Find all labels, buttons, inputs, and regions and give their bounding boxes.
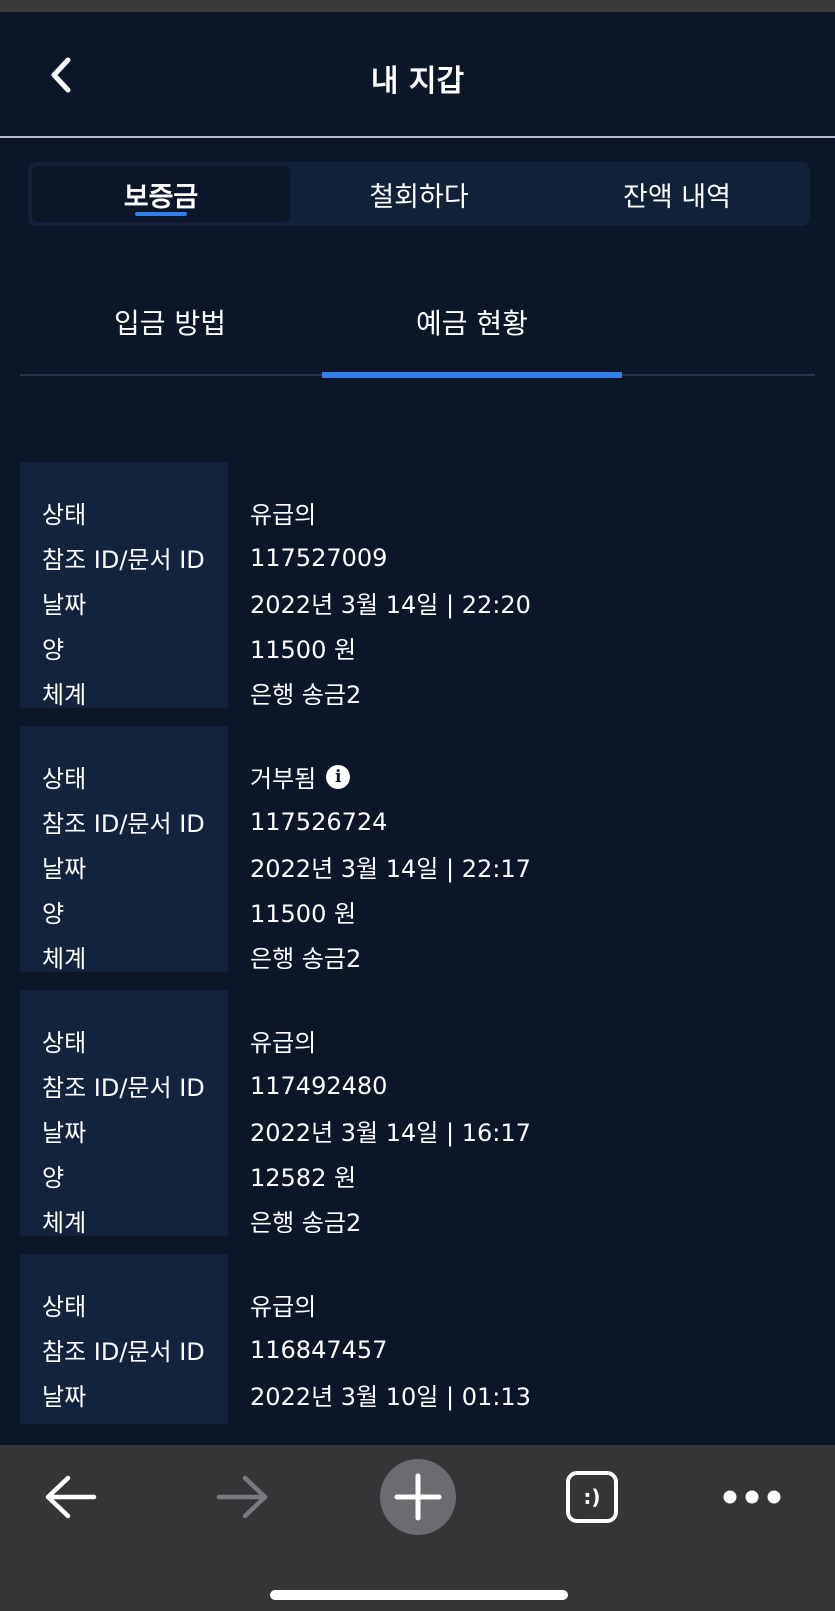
deposit-subtabs: 입금 방법 예금 현황 <box>20 268 815 378</box>
ref-id-label: 참조 ID/문서 ID <box>42 1074 205 1102</box>
ref-id-label: 참조 ID/문서 ID <box>42 1338 205 1366</box>
date-value: 2022년 3월 14일 | 22:17 <box>250 855 531 883</box>
amount-label: 양 <box>42 900 65 928</box>
status-value: 유급의 <box>250 1293 317 1321</box>
more-button[interactable] <box>712 1457 792 1537</box>
page-title: 내 지갑 <box>370 64 465 99</box>
record-labels: 상태 참조 ID/문서 ID 날짜 양 체계 <box>20 1254 228 1424</box>
amount-value <box>250 1417 815 1424</box>
tabs-glyph: :) <box>583 1485 600 1509</box>
status-bar <box>0 0 835 12</box>
record-values: 거부됨 i 117526724 2022년 3월 14일 | 22:17 115… <box>228 726 815 973</box>
tab-deposit[interactable]: 보증금 <box>32 166 290 222</box>
record-labels: 상태 참조 ID/문서 ID 날짜 양 체계 <box>20 990 228 1237</box>
browser-forward-button[interactable] <box>203 1457 283 1537</box>
amount-value: 12582 원 <box>250 1164 357 1192</box>
record-labels: 상태 참조 ID/문서 ID 날짜 양 체계 <box>20 726 228 973</box>
browser-toolbar: :) <box>0 1445 835 1611</box>
status-value: 거부됨 <box>250 765 317 793</box>
status-value: 유급의 <box>250 501 317 529</box>
date-label: 날짜 <box>42 855 87 883</box>
amount-label: 양 <box>42 636 65 664</box>
date-label: 날짜 <box>42 591 87 619</box>
system-label: 체계 <box>42 1209 87 1237</box>
ref-id-value: 117492480 <box>250 1071 388 1100</box>
amount-value: 11500 원 <box>250 636 357 664</box>
home-indicator <box>270 1590 568 1600</box>
system-label: 체계 <box>42 945 87 973</box>
ref-id-value: 116847457 <box>250 1335 388 1364</box>
amount-label: 양 <box>42 1164 65 1192</box>
ref-id-label: 참조 ID/문서 ID <box>42 546 205 574</box>
arrow-right-icon <box>216 1475 268 1519</box>
amount-value: 11500 원 <box>250 900 357 928</box>
tab-withdraw[interactable]: 철회하다 <box>290 166 548 222</box>
status-label: 상태 <box>42 765 87 793</box>
date-value: 2022년 3월 14일 | 16:17 <box>250 1119 531 1147</box>
ref-id-value: 117526724 <box>250 807 388 836</box>
plus-icon <box>380 1459 456 1535</box>
deposit-record[interactable]: 상태 참조 ID/문서 ID 날짜 양 체계 거부됨 i 117526724 2… <box>20 726 815 973</box>
info-icon[interactable]: i <box>326 764 351 789</box>
date-label: 날짜 <box>42 1383 87 1411</box>
system-value: 은행 송금2 <box>250 681 362 709</box>
arrow-left-icon <box>45 1475 97 1519</box>
date-value: 2022년 3월 10일 | 01:13 <box>250 1383 531 1411</box>
record-labels: 상태 참조 ID/문서 ID 날짜 양 체계 <box>20 462 228 709</box>
tab-balance-history[interactable]: 잔액 내역 <box>548 166 806 222</box>
deposit-record[interactable]: 상태 참조 ID/문서 ID 날짜 양 체계 유급의 117492480 202… <box>20 990 815 1237</box>
system-value: 은행 송금2 <box>250 1209 362 1237</box>
status-label: 상태 <box>42 1029 87 1057</box>
amount-label: 양 <box>20 1417 228 1424</box>
date-value: 2022년 3월 14일 | 22:20 <box>250 591 531 619</box>
tabs-button[interactable]: :) <box>552 1457 632 1537</box>
record-values: 유급의 117527009 2022년 3월 14일 | 22:20 11500… <box>228 462 815 709</box>
system-value: 은행 송금2 <box>250 945 362 973</box>
browser-back-button[interactable] <box>30 1457 110 1537</box>
record-values: 유급의 117492480 2022년 3월 14일 | 16:17 12582… <box>228 990 815 1237</box>
ref-id-value: 117527009 <box>250 543 388 572</box>
new-tab-button[interactable] <box>378 1457 458 1537</box>
tabs-icon: :) <box>566 1471 618 1523</box>
ref-id-label: 참조 ID/문서 ID <box>42 810 205 838</box>
wallet-screen: 내 지갑 보증금 철회하다 잔액 내역 입금 방법 예금 현황 상태 참조 ID… <box>0 0 835 1611</box>
deposit-record[interactable]: 상태 참조 ID/문서 ID 날짜 양 체계 유급의 117527009 202… <box>20 462 815 709</box>
more-dots-icon <box>723 1490 781 1504</box>
deposit-record[interactable]: 상태 참조 ID/문서 ID 날짜 양 체계 유급의 116847457 202… <box>20 1254 815 1424</box>
tab-deposit-method[interactable]: 입금 방법 <box>20 268 320 376</box>
status-value-row: 거부됨 i <box>250 754 815 799</box>
record-values: 유급의 116847457 2022년 3월 10일 | 01:13 <box>228 1254 815 1424</box>
app-header: 내 지갑 <box>0 12 835 138</box>
system-label: 체계 <box>42 681 87 709</box>
status-label: 상태 <box>42 501 87 529</box>
wallet-segment-tabs: 보증금 철회하다 잔액 내역 <box>28 162 810 226</box>
tab-deposit-status[interactable]: 예금 현황 <box>322 268 622 378</box>
status-value: 유급의 <box>250 1029 317 1057</box>
status-label: 상태 <box>42 1293 87 1321</box>
date-label: 날짜 <box>42 1119 87 1147</box>
deposit-list: 상태 참조 ID/문서 ID 날짜 양 체계 유급의 117527009 202… <box>20 462 815 1424</box>
